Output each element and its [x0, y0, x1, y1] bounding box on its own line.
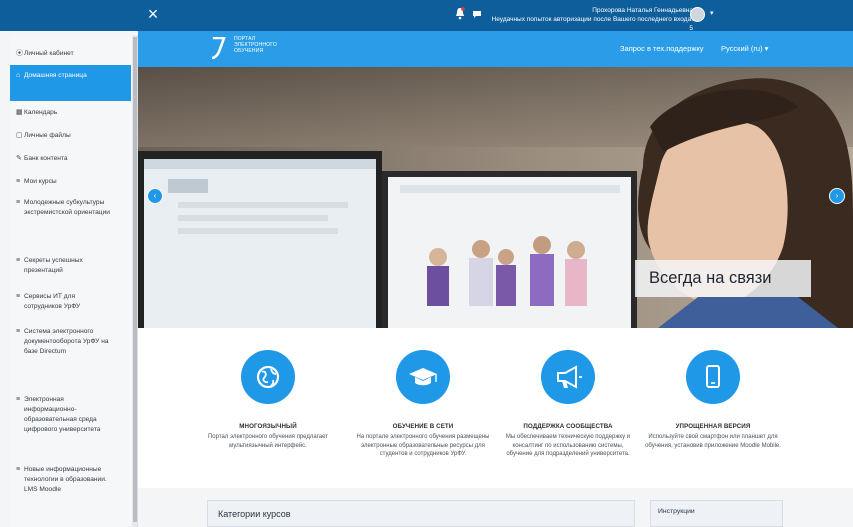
instructions-card[interactable]: Инструкции [650, 500, 783, 527]
sidebar-item-label: Система электронного документооборота Ур… [24, 328, 109, 355]
features-section: МНОГОЯЗЫЧНЫЙ Портал электронного обучени… [138, 328, 853, 488]
feature-multilingual: МНОГОЯЗЫЧНЫЙ Портал электронного обучени… [199, 350, 337, 450]
carousel-prev-button[interactable]: ‹ [147, 188, 163, 204]
home-icon: ⌂ [16, 72, 21, 79]
graduation-cap-icon: ≡ [16, 396, 21, 403]
urfu-logo-icon[interactable] [212, 37, 226, 59]
messages-icon[interactable] [472, 9, 482, 19]
graduation-cap-icon: ≡ [16, 328, 21, 335]
site-header: ПОРТАЛ ЭЛЕКТРОННОГО ОБУЧЕНИЯ Запрос в те… [138, 31, 853, 67]
megaphone-icon [541, 350, 595, 404]
sidebar-item-course[interactable]: ≡ Электронная информационно-образователь… [10, 395, 110, 435]
user-avatar[interactable] [690, 7, 705, 22]
feature-description: Используйте свой смартфон или планшет дл… [645, 434, 781, 449]
dashboard-icon: ⦿ [16, 50, 23, 57]
sidebar-item-label: Новые информационные технологии в образо… [24, 466, 107, 493]
carousel-caption: Всегда на связи [635, 260, 811, 297]
user-menu[interactable]: Прохорова Наталья Геннадьевна Неудачных … [488, 6, 693, 33]
file-icon: ▢ [16, 132, 23, 139]
sidebar-item-content-bank[interactable]: ✎ Банк контента [10, 154, 131, 164]
sidebar-item-label: Электронная информационно-образовательна… [24, 396, 101, 433]
pencil-icon: ✎ [16, 155, 22, 162]
feature-title: МНОГОЯЗЫЧНЫЙ [239, 423, 297, 430]
sidebar-item-label: Мои курсы [24, 178, 57, 185]
sidebar-item-label: Сервисы ИТ для сотрудников УрФУ [24, 293, 81, 310]
sidebar-item-label: Календарь [24, 109, 58, 116]
sidebar-item-course[interactable]: ≡ Секреты успешных презентаций [10, 256, 118, 276]
graduation-cap-icon: ≡ [16, 257, 21, 264]
feature-title: УПРОЩЕННАЯ ВЕРСИЯ [675, 423, 751, 430]
sidebar-item-course[interactable]: ≡ Система электронного документооборота … [10, 327, 118, 357]
course-categories-card[interactable]: Категории курсов [207, 500, 635, 527]
feature-description: Мы обеспечиваем техническую поддержку и … [505, 434, 631, 457]
top-navbar: × Прохорова Наталья Геннадьевна Неудачны… [0, 0, 853, 33]
sidebar-item-label: Банк контента [24, 155, 68, 162]
user-name: Прохорова Наталья Геннадьевна [592, 7, 693, 14]
hero-carousel: ‹ › Всегда на связи [138, 67, 853, 328]
sidebar-item-course[interactable]: ≡ Сервисы ИТ для сотрудников УрФУ [10, 292, 110, 312]
feature-community-support: ПОДДЕРЖКА СООБЩЕСТВА Мы обеспечиваем тех… [499, 350, 637, 459]
feature-description: На портале электронного обучения размеще… [356, 434, 490, 457]
sidebar-item-files[interactable]: ▢ Личные файлы [10, 131, 131, 141]
course-categories-title: Категории курсов [218, 509, 291, 519]
feature-title: ПОДДЕРЖКА СООБЩЕСТВА [523, 423, 613, 430]
feature-online-learning: ОБУЧЕНИЕ В СЕТИ На портале электронного … [354, 350, 492, 459]
support-request-link[interactable]: Запрос в тех.поддержку [620, 44, 704, 53]
graduation-cap-icon: ≡ [16, 293, 21, 300]
sidebar-item-label: Секреты успешных презентаций [24, 257, 83, 274]
sidebar-item-dashboard[interactable]: ⦿ Личный кабинет [10, 49, 131, 59]
graduation-cap-icon: ≡ [16, 178, 21, 185]
user-menu-caret-icon[interactable]: ▾ [710, 9, 714, 17]
mobile-icon [686, 350, 740, 404]
language-selector[interactable]: Русский (ru) ▾ [721, 44, 768, 53]
sidebar-item-label: Молодежные субкультуры экстремистской ор… [24, 199, 110, 216]
sidebar-scrollbar-thumb[interactable] [133, 37, 137, 522]
sidebar-item-home[interactable]: ⌂ Домашняя страница [10, 65, 131, 101]
sidebar-item-my-courses[interactable]: ≡ Мои курсы [10, 177, 131, 187]
sidebar-item-course[interactable]: ≡ Новые информационные технологии в обра… [10, 465, 110, 495]
sidebar-item-label: Домашняя страница [24, 72, 87, 79]
portal-logo-text: ПОРТАЛ ЭЛЕКТРОННОГО ОБУЧЕНИЯ [234, 36, 277, 54]
calendar-icon: ▦ [16, 109, 23, 116]
carousel-next-button[interactable]: › [829, 188, 845, 204]
feature-mobile: УПРОЩЕННАЯ ВЕРСИЯ Используйте свой смарт… [644, 350, 782, 450]
notification-bell-icon[interactable] [455, 7, 465, 21]
sidebar-item-calendar[interactable]: ▦ Календарь [10, 108, 131, 118]
sidebar: ⦿ Личный кабинет ⌂ Домашняя страница ▦ К… [10, 35, 138, 527]
instructions-title: Инструкции [658, 508, 695, 515]
globe-icon [241, 350, 295, 404]
sidebar-item-label: Личный кабинет [24, 50, 74, 57]
feature-title: ОБУЧЕНИЕ В СЕТИ [392, 423, 454, 430]
sidebar-item-label: Личные файлы [24, 132, 71, 139]
graduation-cap-icon: ≡ [16, 199, 21, 206]
sidebar-item-course[interactable]: ≡ Молодежные субкультуры экстремистской … [10, 198, 110, 218]
graduation-cap-icon: ≡ [16, 466, 21, 473]
feature-description: Портал электронного обучения предлагает … [207, 434, 329, 449]
graduation-cap-icon [396, 350, 450, 404]
close-sidebar-button[interactable]: × [143, 4, 163, 24]
